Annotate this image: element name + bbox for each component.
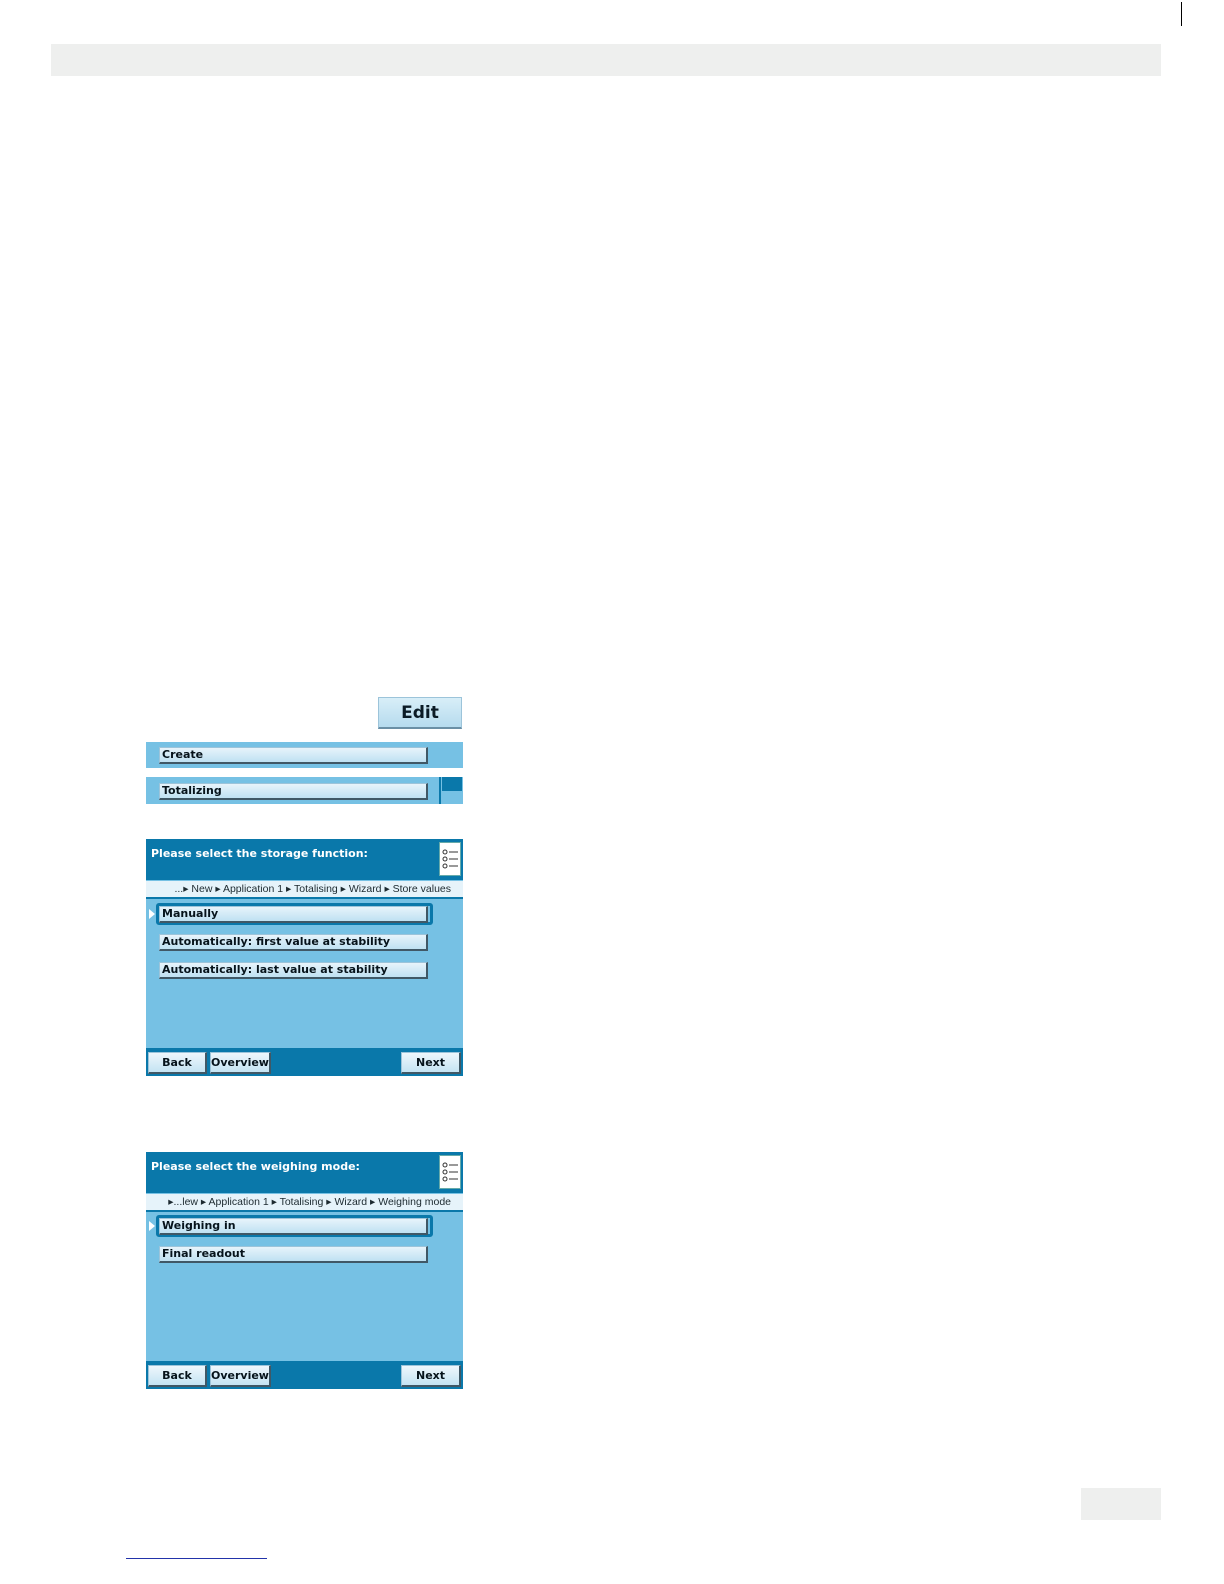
- back-button[interactable]: Back: [148, 1052, 207, 1074]
- screen-title: Please select the weighing mode:: [151, 1160, 360, 1173]
- create-strip: Create: [146, 742, 463, 768]
- storage-function-screen: Please select the storage function: ...▸…: [146, 839, 463, 1076]
- selection-arrow-icon: [149, 909, 155, 919]
- selection-arrow-icon: [149, 1221, 155, 1231]
- nav-bar: Back Overview Next: [146, 1048, 463, 1076]
- totalizing-button[interactable]: Totalizing: [159, 783, 428, 800]
- edit-button[interactable]: Edit: [378, 697, 462, 729]
- breadcrumb: ...▸ New ▸ Application 1 ▸ Totalising ▸ …: [146, 881, 463, 897]
- overview-button[interactable]: Overview: [210, 1365, 271, 1387]
- page-number-box: [1081, 1488, 1161, 1520]
- option-manually[interactable]: Manually: [159, 906, 428, 923]
- list-icon[interactable]: [439, 842, 461, 876]
- screen-title: Please select the storage function:: [151, 847, 368, 860]
- divider: [146, 1210, 463, 1212]
- breadcrumb: ▸...lew ▸ Application 1 ▸ Totalising ▸ W…: [146, 1194, 463, 1210]
- screen-title-bar: Please select the weighing mode:: [146, 1152, 463, 1193]
- weighing-mode-screen: Please select the weighing mode: ▸...lew…: [146, 1152, 463, 1389]
- nav-bar: Back Overview Next: [146, 1361, 463, 1389]
- totalizing-strip: Totalizing: [146, 777, 463, 804]
- footer-link-underline: [126, 1558, 267, 1559]
- create-button[interactable]: Create: [159, 747, 428, 764]
- next-button[interactable]: Next: [401, 1365, 461, 1387]
- scrollbar[interactable]: [439, 777, 463, 804]
- screen-title-bar: Please select the storage function:: [146, 839, 463, 880]
- overview-button[interactable]: Overview: [210, 1052, 271, 1074]
- option-auto-first-value[interactable]: Automatically: first value at stability: [159, 934, 428, 951]
- option-weighing-in[interactable]: Weighing in: [159, 1218, 428, 1235]
- option-final-readout[interactable]: Final readout: [159, 1246, 428, 1263]
- crop-mark: [1181, 2, 1182, 26]
- page-header-bar: [51, 44, 1161, 76]
- scrollbar-thumb[interactable]: [442, 777, 462, 791]
- list-icon[interactable]: [439, 1155, 461, 1189]
- option-auto-last-value[interactable]: Automatically: last value at stability: [159, 962, 428, 979]
- back-button[interactable]: Back: [148, 1365, 207, 1387]
- divider: [146, 897, 463, 899]
- next-button[interactable]: Next: [401, 1052, 461, 1074]
